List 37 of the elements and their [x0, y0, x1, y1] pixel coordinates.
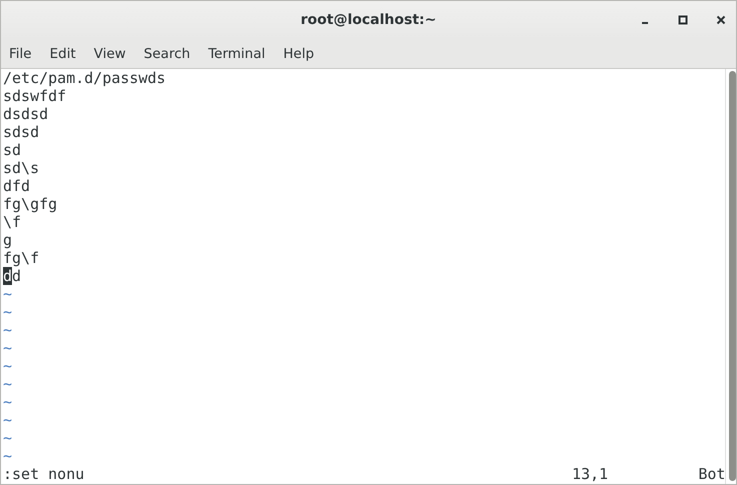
text-line: dsdsd	[3, 105, 48, 123]
empty-line-tilde: ~	[3, 357, 12, 375]
window-title: root@localhost:~	[300, 12, 436, 28]
menu-item[interactable]: View	[94, 46, 136, 62]
text-line: \f	[3, 213, 22, 231]
close-icon[interactable]	[716, 15, 726, 25]
empty-line-tilde: ~	[3, 429, 12, 447]
text-line: dd	[3, 267, 22, 285]
menu-item[interactable]: Edit	[50, 46, 86, 62]
text-line: sdsd	[3, 123, 40, 141]
scroll-position: Bot	[698, 465, 726, 483]
empty-line-tilde: ~	[3, 447, 12, 465]
empty-line-tilde: ~	[3, 339, 12, 357]
scrollbar-thumb[interactable]	[729, 71, 736, 481]
cursor-position: 13,1	[572, 465, 610, 483]
text-cursor: d	[3, 267, 12, 285]
menu-item[interactable]: Help	[283, 46, 324, 62]
menu-item[interactable]: Search	[144, 46, 200, 62]
text-line: dfd	[3, 177, 30, 195]
menu-item[interactable]: Terminal	[208, 46, 276, 62]
empty-line-tilde: ~	[3, 411, 12, 429]
text-line: sd\s	[3, 159, 40, 177]
scrollbar[interactable]	[725, 69, 736, 484]
text-line: fg\f	[3, 249, 40, 267]
empty-line-tilde: ~	[3, 393, 12, 411]
text-line: g	[3, 231, 12, 249]
text-line: fg\gfg	[3, 195, 58, 213]
menu-item[interactable]: File	[9, 46, 42, 62]
command-line: :set nonu	[3, 465, 86, 483]
text-line: sd	[3, 141, 22, 159]
empty-line-tilde: ~	[3, 303, 12, 321]
text-line: sdswfdf	[3, 87, 66, 105]
maximize-icon[interactable]	[678, 15, 688, 25]
text-line: /etc/pam.d/passwds	[3, 69, 166, 87]
empty-line-tilde: ~	[3, 285, 12, 303]
empty-line-tilde: ~	[3, 375, 12, 393]
empty-line-tilde: ~	[3, 321, 12, 339]
